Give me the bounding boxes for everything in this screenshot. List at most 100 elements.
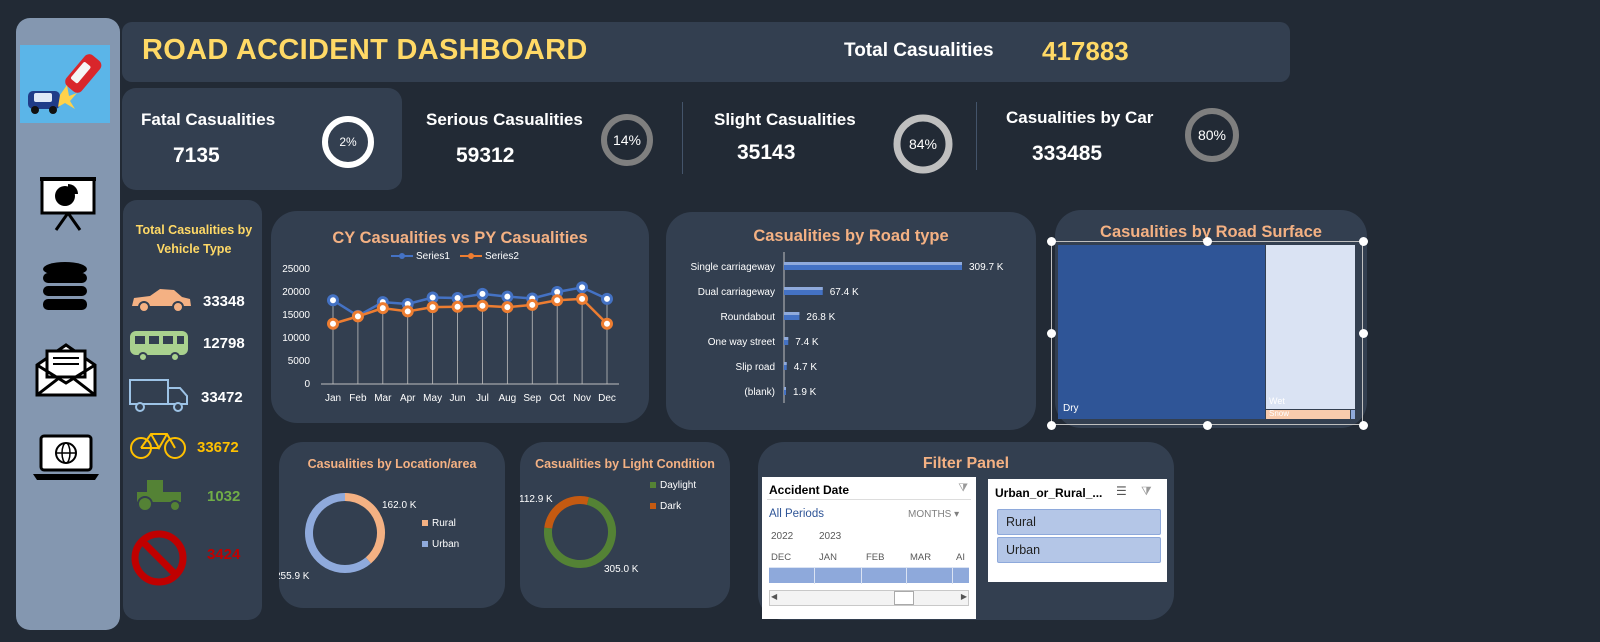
data-label: 67.4 K: [830, 287, 859, 298]
database-icon[interactable]: [41, 261, 89, 316]
legend-marker: [399, 253, 405, 259]
data-point: [451, 300, 464, 313]
location-donut-chart: Rural 162.0 K Urban 255.9 K: [279, 493, 459, 582]
bar-highlight: [784, 262, 962, 265]
bar-highlight: [784, 337, 789, 340]
cy-py-line-chart: 25000 20000 15000 10000 5000 0 Jan Feb Mar Apr May…: [282, 251, 619, 404]
data-label: 255.9 K: [279, 571, 310, 582]
resize-handle[interactable]: [1047, 329, 1056, 338]
data-point: [376, 302, 389, 315]
x-tick-label: May: [423, 393, 442, 404]
donut-slice: [305, 493, 371, 573]
timeline-period-bar[interactable]: [769, 567, 969, 584]
bar-highlight: [784, 362, 787, 365]
scroll-right-icon[interactable]: ▶: [961, 592, 967, 601]
slicer-header: Urban_or_Rural_...: [995, 486, 1103, 500]
slicer-option-urban[interactable]: Urban: [997, 537, 1161, 563]
kpi-divider: [682, 102, 683, 174]
data-label: 1.9 K: [793, 387, 817, 398]
x-tick-label: Oct: [549, 393, 565, 404]
road-type-bar-chart: Single carriageway 309.7 K Dual carriagewa…: [691, 252, 1004, 403]
resize-handle[interactable]: [1203, 421, 1212, 430]
logo-crash-icon: [20, 45, 110, 123]
kpi-car-percent: 80%: [1198, 127, 1226, 143]
x-tick-label: Mar: [374, 393, 392, 404]
y-tick-label: 10000: [282, 333, 310, 344]
vehicle-other-value: 3424: [207, 546, 241, 563]
scroll-thumb[interactable]: [894, 591, 914, 605]
clear-filter-icon[interactable]: ⧩: [1141, 484, 1152, 499]
category-label: (blank): [744, 387, 775, 398]
resize-handle[interactable]: [1359, 237, 1368, 246]
treemap-tile-other: [1351, 410, 1355, 419]
data-point: [601, 292, 613, 305]
kpi-serious-value: 59312: [456, 144, 515, 167]
kpi-serious-label: Serious Casualities: [426, 110, 583, 129]
legend-label: Daylight: [660, 480, 696, 491]
truck-icon: [129, 379, 188, 412]
legend-marker: [468, 253, 474, 259]
timeline-selection-label: All Periods: [769, 508, 824, 520]
scroll-left-icon[interactable]: ◀: [771, 592, 777, 601]
vehicle-car-value: 33348: [203, 293, 245, 310]
y-tick-label: 20000: [282, 287, 310, 298]
x-tick-label: Feb: [349, 393, 367, 404]
resize-handle[interactable]: [1047, 421, 1056, 430]
laptop-globe-icon[interactable]: [31, 434, 101, 487]
timeline-year: 2022: [771, 531, 794, 542]
treemap-tile-wet: Wet: [1266, 245, 1355, 409]
resize-handle[interactable]: [1047, 237, 1056, 246]
data-label: 112.9 K: [520, 494, 553, 505]
resize-handle[interactable]: [1203, 237, 1212, 246]
urban-rural-slicer[interactable]: Urban_or_Rural_... ☰ ⧩ Rural Urban: [988, 479, 1167, 582]
timeline-year: 2023: [819, 531, 842, 542]
x-tick-label: Sep: [523, 393, 541, 404]
kpi-car-ring: 80%: [1185, 108, 1239, 162]
data-label: 7.4 K: [795, 337, 819, 348]
clear-filter-icon[interactable]: ⧩: [958, 482, 968, 495]
timeline-month: MAR: [910, 552, 932, 563]
legend-label: Dark: [660, 501, 682, 512]
x-tick-label: Jan: [325, 393, 341, 404]
kpi-slight-value: 35143: [737, 141, 796, 164]
data-point: [576, 281, 589, 294]
slicer-option-rural[interactable]: Rural: [997, 509, 1161, 535]
bicycle-icon: [130, 433, 186, 459]
no-entry-icon: [131, 530, 187, 586]
vehicle-tractor-value: 1032: [207, 488, 241, 505]
kpi-car-value: 333485: [1032, 142, 1103, 165]
data-point: [501, 290, 514, 303]
category-label: Dual carriageway: [698, 287, 775, 298]
presentation-icon[interactable]: [38, 175, 98, 236]
car-icon: [132, 289, 191, 313]
legend-swatch: [650, 503, 656, 509]
data-point: [401, 305, 414, 318]
legend-swatch: [650, 482, 656, 488]
resize-handle[interactable]: [1359, 329, 1368, 338]
timeline-month: AI: [956, 552, 965, 563]
legend-label: Rural: [432, 518, 456, 529]
kpi-slight-ring: 84%: [893, 114, 953, 174]
data-point: [426, 291, 439, 304]
data-point: [426, 301, 439, 314]
timeline-level-dropdown[interactable]: MONTHS ▾: [908, 509, 959, 520]
data-point: [476, 287, 489, 300]
category-label: Roundabout: [721, 312, 776, 323]
bar-highlight: [784, 387, 786, 390]
accident-date-timeline[interactable]: Accident Date ⧩ All Periods MONTHS ▾ 202…: [762, 477, 976, 619]
y-tick-label: 5000: [288, 356, 311, 367]
x-tick-label: Nov: [573, 393, 591, 404]
tractor-icon: [137, 480, 181, 512]
data-point: [551, 294, 564, 307]
filter-panel-title: Filter Panel: [922, 455, 1010, 472]
data-label: 4.7 K: [794, 362, 818, 373]
multi-select-icon[interactable]: ☰: [1116, 484, 1127, 498]
x-tick-label: Aug: [498, 393, 516, 404]
total-casualities-value: 417883: [1042, 36, 1129, 66]
timeline-scrollbar[interactable]: ◀ ▶: [769, 590, 969, 606]
mail-icon[interactable]: [35, 343, 97, 402]
vehicle-bicycle-value: 33672: [197, 439, 239, 456]
x-tick-label: Jul: [476, 393, 489, 404]
vehicle-truck-value: 33472: [201, 389, 243, 406]
resize-handle[interactable]: [1359, 421, 1368, 430]
